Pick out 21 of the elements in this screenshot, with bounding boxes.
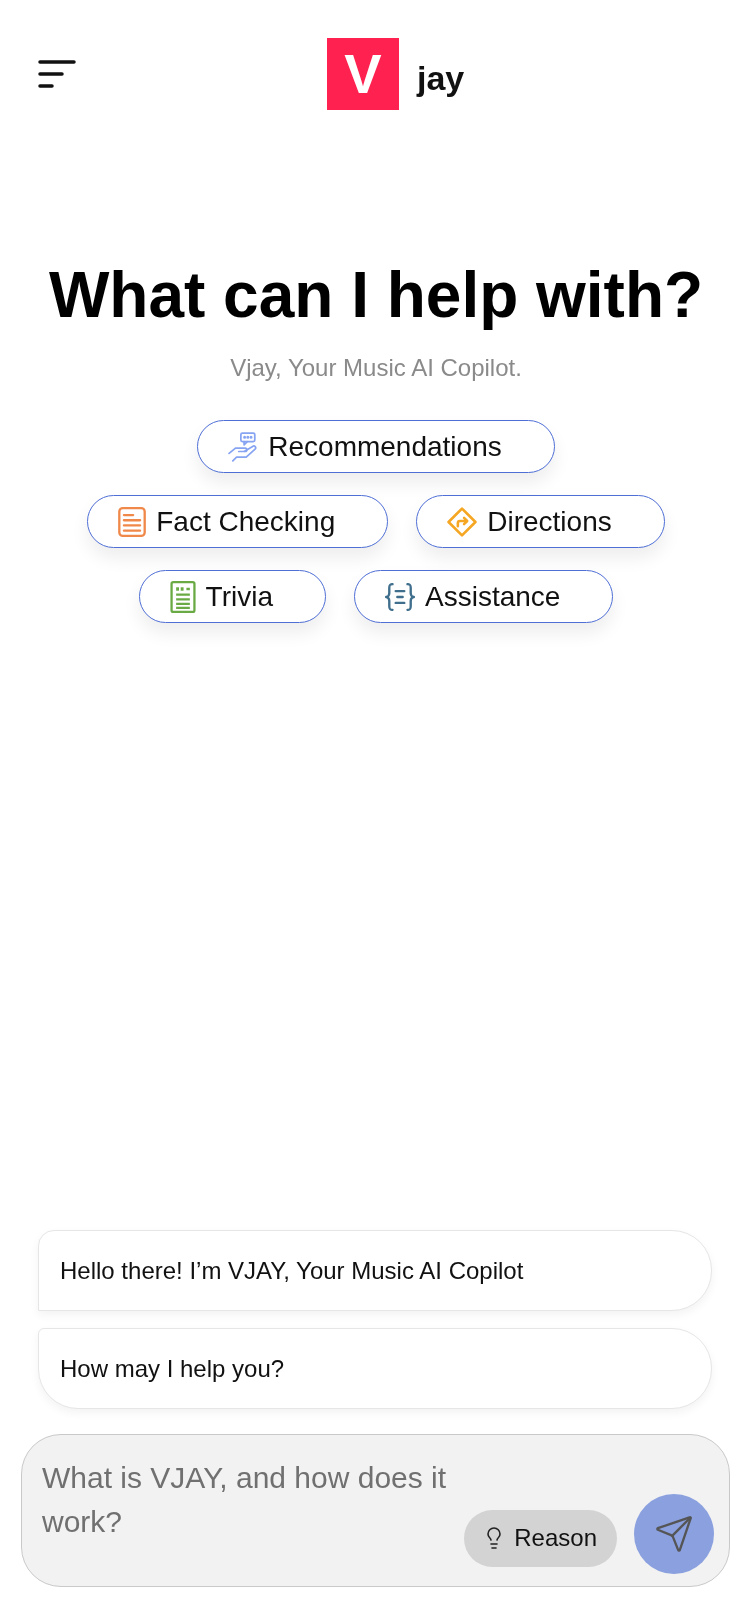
chat-message: Hello there! I’m VJAY, Your Music AI Copilot <box>38 1230 712 1311</box>
menu-button[interactable] <box>38 60 76 88</box>
reason-button[interactable]: Reason <box>464 1509 617 1567</box>
send-icon <box>654 1514 694 1554</box>
hand-chat-icon <box>228 431 259 462</box>
braces-icon <box>385 582 415 611</box>
turn-sign-icon <box>447 506 478 537</box>
chat-message: How may I help you? <box>38 1328 712 1409</box>
quote-document-icon <box>169 580 196 613</box>
suggestion-chip[interactable]: Fact Checking <box>87 495 389 548</box>
suggestion-chip[interactable]: Directions <box>416 495 665 548</box>
logo-mark: V <box>327 38 399 110</box>
suggestion-chip[interactable]: Assistance <box>354 570 614 623</box>
subtitle: Vjay, Your Music AI Copilot. <box>229 353 523 383</box>
suggestion-chip[interactable]: Recommendations <box>197 420 555 473</box>
message-input[interactable]: What is VJAY, and how does it work? Reason <box>21 1434 730 1587</box>
heading: What can I help with? <box>47 260 705 330</box>
logo-text: jay <box>417 58 465 98</box>
suggestion-chip[interactable]: Trivia <box>138 570 326 623</box>
document-icon <box>118 506 147 537</box>
menu-icon <box>38 60 76 88</box>
